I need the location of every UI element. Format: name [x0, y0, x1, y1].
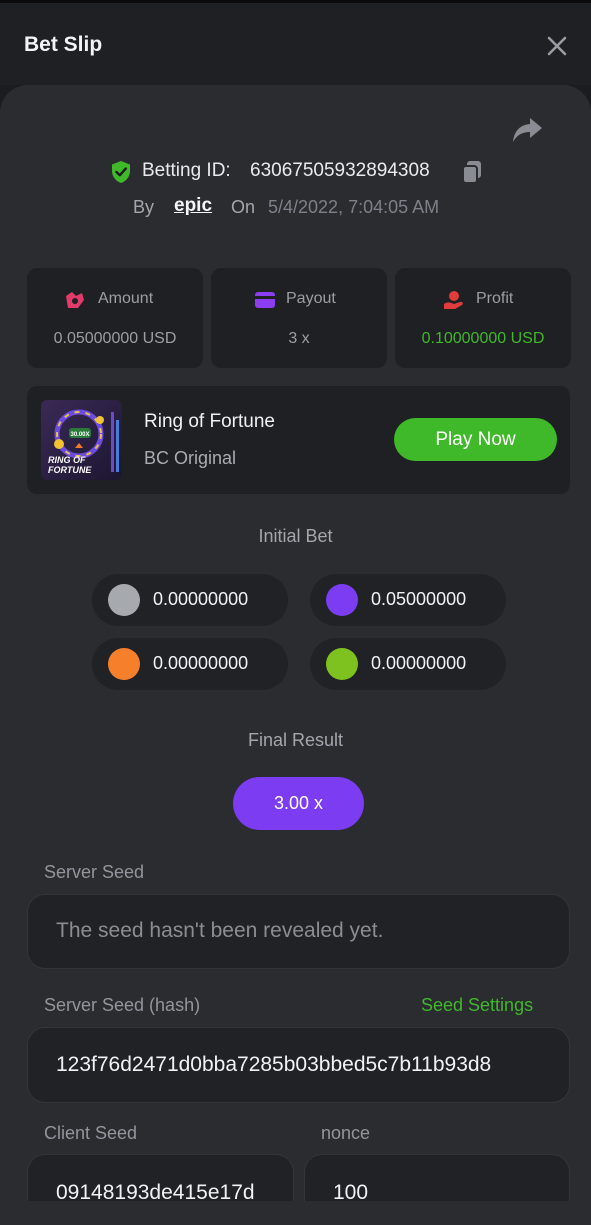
server-hash-field[interactable]: 123f76d2471d0bba7285b03bbed5c7b11b93d8 — [27, 1027, 570, 1103]
server-seed-value: The seed hasn't been revealed yet. — [56, 919, 384, 942]
svg-text:FORTUNE: FORTUNE — [48, 465, 92, 475]
game-thumbnail[interactable]: 30.00X RING OF FORTUNE — [41, 400, 122, 480]
copy-icon[interactable] — [461, 160, 483, 184]
server-seed-field[interactable]: The seed hasn't been revealed yet. — [27, 894, 570, 969]
chip-value: 0.00000000 — [153, 589, 249, 609]
betting-id-value: 63067505932894308 — [250, 160, 430, 181]
coin-dot-icon — [326, 584, 358, 616]
payout-card-icon — [255, 292, 275, 308]
chip-value: 0.00000000 — [371, 653, 467, 673]
bet-slip-header: Bet Slip — [0, 3, 591, 85]
amount-value: 0.05000000 USD — [53, 330, 177, 347]
server-hash-value: 123f76d2471d0bba7285b03bbed5c7b11b93d8 — [56, 1053, 492, 1076]
betting-id-row: Betting ID: 63067505932894308 — [0, 158, 591, 186]
by-label: By — [133, 197, 155, 217]
username-link[interactable]: epic — [174, 195, 212, 217]
bet-meta-row: By epic On 5/4/2022, 7:04:05 AM — [0, 194, 591, 222]
amount-label: Amount — [98, 290, 154, 307]
payout-card: Payout 3 x — [211, 268, 387, 368]
coin-dot-icon — [108, 584, 140, 616]
payout-label: Payout — [286, 290, 336, 307]
svg-text:30.00X: 30.00X — [70, 432, 89, 438]
nonce-label: nonce — [321, 1123, 371, 1143]
play-now-button[interactable]: Play Now — [394, 418, 557, 461]
server-hash-label: Server Seed (hash) — [44, 995, 201, 1015]
game-name: Ring of Fortune — [144, 411, 275, 432]
game-card: 30.00X RING OF FORTUNE Ring of Fortune B… — [27, 386, 570, 494]
server-seed-label: Server Seed — [44, 862, 145, 882]
coin-dot-icon — [108, 648, 140, 680]
client-seed-label: Client Seed — [44, 1123, 138, 1143]
share-icon[interactable] — [510, 115, 544, 145]
bet-chip: 0.00000000 — [310, 638, 506, 690]
nonce-value: 100 — [333, 1181, 369, 1201]
betting-id-label: Betting ID: — [142, 160, 231, 181]
close-icon[interactable] — [544, 33, 570, 59]
bet-date: 5/4/2022, 7:04:05 AM — [268, 197, 440, 217]
profit-label: Profit — [476, 290, 514, 307]
profit-card: Profit 0.10000000 USD — [395, 268, 571, 368]
payout-value: 3 x — [288, 330, 310, 347]
page-title: Bet Slip — [24, 33, 103, 56]
final-result-title: Final Result — [247, 730, 344, 750]
coin-dot-icon — [326, 648, 358, 680]
initial-bet-title: Initial Bet — [258, 526, 333, 546]
nonce-field[interactable]: 100 — [304, 1154, 570, 1201]
chip-value: 0.05000000 — [371, 589, 467, 609]
profit-value: 0.10000000 USD — [421, 330, 545, 347]
on-label: On — [231, 197, 256, 217]
svg-text:RING OF: RING OF — [48, 455, 86, 465]
bet-chip: 0.00000000 — [92, 574, 288, 626]
client-seed-field[interactable]: 09148193de415e17d — [27, 1154, 294, 1201]
bet-chip: 0.00000000 — [92, 638, 288, 690]
verified-shield-icon — [112, 161, 130, 183]
profit-icon — [444, 291, 463, 309]
bet-chip: 0.05000000 — [310, 574, 506, 626]
game-provider: BC Original — [144, 448, 237, 468]
seed-settings-link[interactable]: Seed Settings — [421, 995, 533, 1016]
chip-value: 0.00000000 — [153, 653, 249, 673]
amount-icon — [66, 292, 84, 308]
final-result-badge: 3.00 x — [233, 777, 364, 830]
amount-card: Amount 0.05000000 USD — [27, 268, 203, 368]
client-seed-value: 09148193de415e17d — [56, 1181, 255, 1201]
